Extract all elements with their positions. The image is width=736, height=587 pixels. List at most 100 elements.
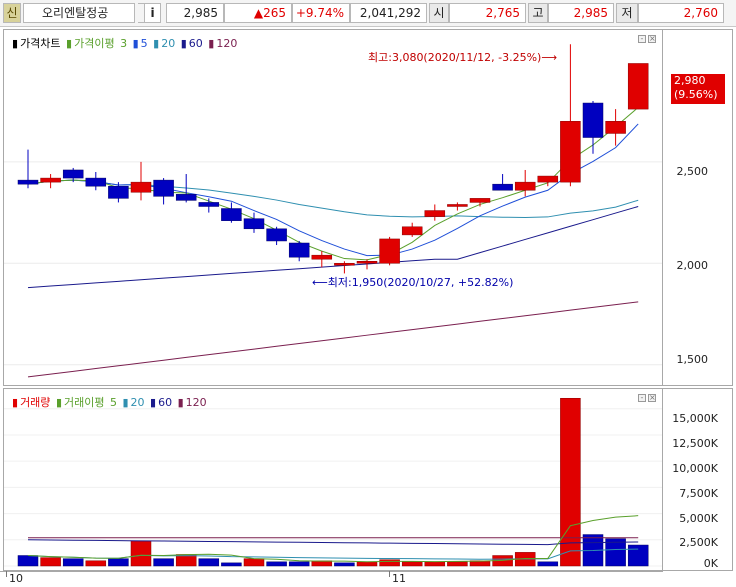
candle-up (401, 226, 423, 236)
candle-up (311, 254, 333, 260)
x-axis: 10 11 (0, 571, 736, 587)
price-chart-label: 가격차트 (20, 37, 61, 50)
candle-up (605, 121, 626, 134)
price-chart-marker: ▮ (12, 37, 19, 50)
panel-close-icon[interactable]: × (648, 35, 656, 43)
market-badge: 신 (3, 3, 21, 23)
price-ma-5-marker: ▮ (132, 37, 139, 50)
candle-down (153, 179, 174, 197)
price-high-annotation: 최고:3,080(2020/11/12, -3.25%)⟶ (368, 49, 557, 65)
price-tick-2000: 2,000 (676, 259, 709, 272)
trade-volume: 2,041,292 (350, 3, 427, 23)
x-tick-mark-11 (389, 571, 390, 577)
volume-y-axis[interactable]: 15,000K 12,500K 10,000K 7,500K 5,000K 2,… (663, 388, 733, 571)
low-value: 2,760 (638, 3, 724, 23)
volume-bar-down (288, 561, 310, 567)
volume-bar-up (379, 559, 400, 567)
volume-bar-down (198, 558, 220, 567)
candle-up (379, 238, 400, 264)
candle-up (537, 175, 559, 183)
price-ma20-line (27, 179, 639, 218)
open-value: 2,765 (449, 3, 526, 23)
price-chart-panel[interactable]: ▮ 가격차트 ▮ 가격이평 3 ▮ 5 ▮ 20 ▮ 60 ▮ 120 - × 최고:3,08… (3, 29, 663, 386)
candle-up (469, 198, 491, 203)
volume-bar-down (153, 558, 174, 567)
candle-up (514, 181, 536, 191)
price-change-pct: +9.74% (292, 3, 350, 23)
volume-ma-120-marker: ▮ (177, 396, 184, 409)
info-button[interactable]: i (144, 3, 161, 23)
price-ma-20: 20 (161, 37, 176, 50)
volume-bar-up (85, 560, 107, 567)
x-tick-mark-10 (6, 571, 7, 577)
price-tick-1500: 1,500 (676, 353, 709, 366)
panel-minimize-icon[interactable]: - (638, 35, 646, 43)
candle-down (108, 185, 129, 199)
volume-ma-20-marker: ▮ (122, 396, 129, 409)
volume-bar-up (130, 540, 152, 567)
volume-chart-label: 거래량 (20, 396, 51, 409)
volume-bar-down (108, 558, 129, 567)
price-panel-buttons: - × (636, 34, 656, 43)
current-price: 2,985 (166, 3, 224, 23)
volume-tick-12500: 12,500K (672, 437, 718, 450)
price-low-arrow: ⟵ (312, 276, 328, 289)
panel-close-icon[interactable]: × (648, 394, 656, 402)
volume-bar-down (627, 544, 649, 567)
candle-down (243, 218, 265, 230)
volume-tick-15000: 15,000K (672, 412, 718, 425)
volume-bar-up (401, 561, 423, 567)
volume-bar-up (356, 561, 378, 567)
stock-name-field[interactable]: 오리엔탈정공 (23, 3, 135, 23)
candle-down (582, 102, 604, 138)
volume-bar-up (447, 561, 468, 567)
volume-chart-canvas[interactable] (4, 389, 662, 570)
volume-ma-120: 120 (185, 396, 207, 409)
stock-toolbar: 신 오리엔탈정공 i 2,985 ▲265 +9.74% 2,041,292 시… (0, 0, 736, 27)
volume-tick-0: 0K (703, 557, 718, 570)
volume-bar-up (243, 558, 265, 567)
price-change: ▲265 (224, 3, 292, 23)
x-label-11: 11 (392, 572, 406, 585)
price-high-annotation-text: 최고:3,080(2020/11/12, -3.25%) (368, 51, 542, 64)
candle-down (266, 228, 287, 242)
candle-up (627, 63, 649, 110)
panel-minimize-icon[interactable]: - (638, 394, 646, 402)
volume-bar-down (17, 555, 39, 567)
candle-up (40, 177, 61, 183)
volume-tick-2500: 2,500K (679, 536, 718, 549)
volume-ma-5: 5 (109, 396, 117, 409)
price-chart-canvas[interactable] (4, 30, 662, 385)
price-ma-120: 120 (216, 37, 238, 50)
candle-up (447, 204, 468, 207)
candle-down (85, 177, 107, 187)
current-price-tag-value: 2,980 (674, 74, 706, 87)
volume-bar-down (62, 558, 84, 567)
price-ma-120-marker: ▮ (208, 37, 215, 50)
volume-bar-up (560, 397, 581, 567)
candle-down (62, 169, 84, 179)
volume-bar-down (266, 561, 287, 567)
volume-ma-label: 거래이평 (64, 396, 105, 409)
volume-chart-panel[interactable]: ▮ 거래량 ▮ 거래이평 5 ▮ 20 ▮ 60 ▮ 120 - × (3, 388, 663, 571)
price-ma-60-marker: ▮ (180, 37, 187, 50)
candle-up (424, 210, 446, 217)
volume-ma-60-marker: ▮ (150, 396, 157, 409)
price-high-arrow: ⟶ (541, 51, 558, 64)
volume-bar-up (40, 557, 61, 567)
price-ma3-line (27, 107, 639, 261)
current-price-tag: 2,980 (9.56%) (671, 74, 725, 104)
current-price-tag-pct: (9.56%) (674, 88, 718, 101)
candle-down (17, 179, 39, 185)
price-ma-60: 60 (188, 37, 203, 50)
price-low-annotation-text: 최저:1,950(2020/10/27, +52.82%) (327, 276, 514, 289)
high-label: 고 (528, 3, 548, 23)
candle-down (175, 194, 197, 201)
x-label-10: 10 (9, 572, 23, 585)
candle-up (560, 121, 581, 183)
candle-down (198, 202, 220, 207)
open-label: 시 (429, 3, 449, 23)
volume-ma5-line (27, 515, 639, 563)
price-y-axis[interactable]: 2,980 (9.56%) 2,500 2,000 1,500 (663, 29, 733, 386)
volume-bar-up (424, 561, 446, 567)
